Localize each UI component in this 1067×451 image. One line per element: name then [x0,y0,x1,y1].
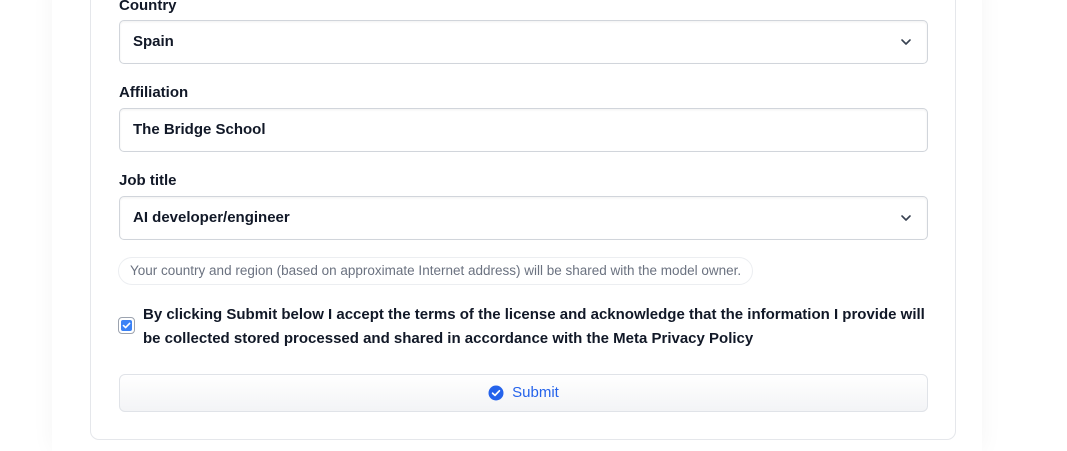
submit-button[interactable]: Submit [119,374,928,412]
affiliation-label: Affiliation [119,84,189,101]
job-title-selected-value: AI developer/engineer [133,209,290,226]
consent-text: By clicking Submit below I accept the te… [143,306,925,347]
checkmark-icon [122,322,131,329]
checkbox-checked-fill [121,320,132,331]
job-title-select[interactable]: AI developer/engineer [119,196,928,240]
job-title-label: Job title [119,172,177,189]
region-sharing-note: Your country and region (based on approx… [118,257,754,285]
consent-checkbox[interactable] [118,317,135,334]
chevron-down-icon [901,215,911,221]
chevron-down-icon [901,39,911,45]
affiliation-value: The Bridge School [133,121,266,138]
country-selected-value: Spain [133,33,174,50]
check-circle-icon [488,385,504,401]
country-label: Country [119,0,177,14]
country-select[interactable]: Spain [119,20,928,64]
affiliation-input[interactable]: The Bridge School [119,108,928,152]
submit-label: Submit [512,384,559,401]
